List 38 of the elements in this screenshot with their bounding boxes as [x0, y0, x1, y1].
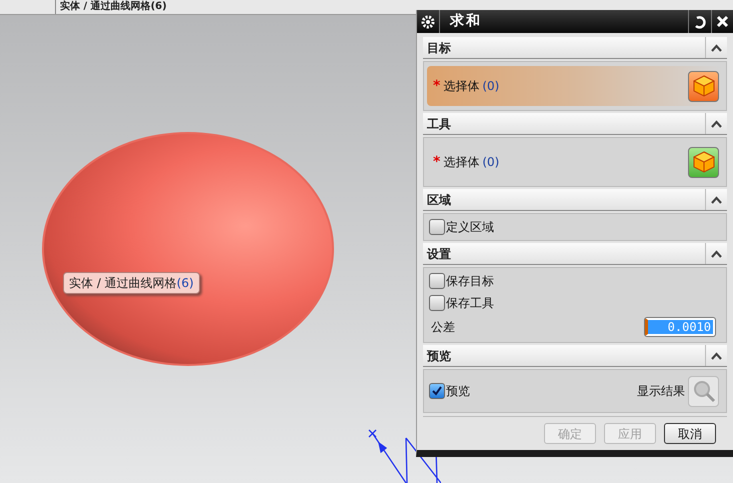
magnifier-icon	[692, 379, 716, 403]
selection-label: 选择体	[443, 154, 480, 171]
tolerance-label: 公差	[431, 319, 456, 336]
cube-icon	[692, 75, 714, 97]
required-asterisk: *	[433, 152, 440, 172]
section-header[interactable]: 工具	[423, 113, 727, 135]
checkbox-label: 保存目标	[446, 273, 494, 290]
checkbox-label: 定义区域	[446, 219, 494, 236]
settings-icon[interactable]	[421, 14, 435, 28]
collapse-icon	[711, 120, 722, 128]
dialog-button[interactable]: 取消	[664, 423, 716, 444]
select-body-button[interactable]	[688, 70, 719, 102]
section-header[interactable]: 目标	[423, 37, 727, 59]
section-header[interactable]: 区域	[423, 189, 727, 211]
checkbox[interactable]	[429, 219, 445, 235]
checkbox[interactable]	[429, 273, 445, 289]
checkbox[interactable]	[429, 295, 445, 311]
section-header[interactable]: 设置	[423, 243, 727, 265]
cube-icon	[692, 151, 714, 173]
tooltip: 实体 / 通过曲线网格(6)	[63, 272, 200, 294]
checkbox-label: 预览	[446, 383, 470, 400]
required-asterisk: *	[433, 76, 440, 96]
show-result-label: 显示结果	[637, 383, 685, 400]
checkbox-label: 保存工具	[446, 295, 494, 312]
selection-count: (0)	[482, 154, 500, 171]
collapse-icon	[711, 352, 722, 360]
collapse-icon	[711, 44, 722, 52]
collapse-icon	[711, 196, 722, 204]
section-header[interactable]: 预览	[423, 345, 727, 367]
collapse-icon	[711, 250, 722, 258]
reset-icon[interactable]	[693, 14, 707, 28]
breadcrumb-text: 实体 / 通过曲线网格(6)	[59, 0, 167, 14]
close-icon[interactable]	[716, 15, 729, 28]
selection-count: (0)	[482, 78, 500, 95]
selection-label: 选择体	[443, 78, 480, 95]
checkbox[interactable]	[429, 383, 445, 399]
dialog-title: 求和	[450, 12, 482, 31]
select-body-button[interactable]	[688, 146, 719, 178]
